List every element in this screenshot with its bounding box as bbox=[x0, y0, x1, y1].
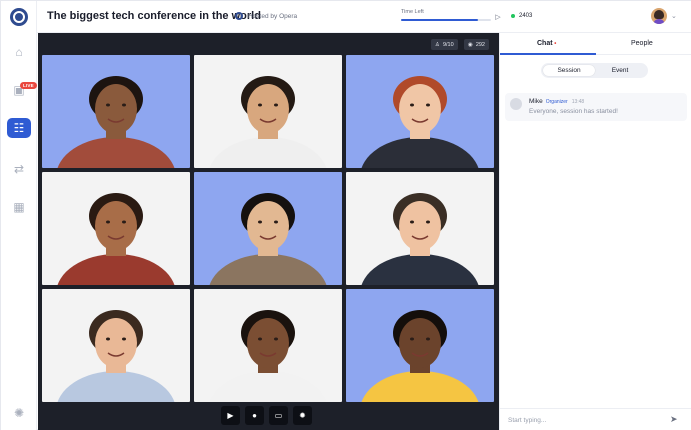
message-avatar bbox=[510, 98, 522, 110]
sessions-icon[interactable]: ☷ bbox=[7, 118, 31, 138]
video-stage: ♙ 9/10 ◉ 292 ▶ ● ▭ ✹ bbox=[38, 33, 499, 430]
active-tab-indicator bbox=[500, 53, 596, 55]
participant-video-tile[interactable] bbox=[346, 289, 494, 402]
camera-icon: ▶ bbox=[227, 411, 234, 420]
participant-silhouette bbox=[209, 76, 327, 168]
message-time: 13:48 bbox=[571, 99, 585, 105]
call-controls: ▶ ● ▭ ✹ bbox=[221, 406, 312, 425]
top-bar: The biggest tech conference in the world… bbox=[37, 1, 691, 33]
message-role: Organizer bbox=[545, 99, 568, 105]
message-author: Mike bbox=[529, 98, 543, 105]
tab-chat[interactable]: Chat • bbox=[537, 40, 556, 47]
panel-tabs: Chat • People bbox=[500, 33, 691, 55]
settings-button[interactable]: ✹ bbox=[293, 406, 312, 425]
participant-silhouette bbox=[57, 76, 175, 168]
tab-people[interactable]: People bbox=[631, 40, 653, 47]
chat-input[interactable] bbox=[508, 414, 658, 426]
networking-icon[interactable]: ⇄ bbox=[9, 159, 29, 179]
time-left: Time Left bbox=[401, 9, 491, 21]
left-sidebar: ⌂ ▣ LIVE ☷ ⇄ ▦ ✺ bbox=[1, 1, 37, 430]
loading-icon: ✺ bbox=[13, 406, 25, 420]
participant-video-tile[interactable] bbox=[346, 172, 494, 285]
home-icon[interactable]: ⌂ bbox=[9, 42, 29, 62]
message-text: Everyone, session has started! bbox=[529, 108, 618, 115]
tab-chat-label: Chat bbox=[537, 40, 553, 47]
viewers-count: 292 bbox=[475, 41, 485, 48]
time-left-label: Time Left bbox=[401, 9, 424, 15]
seg-session[interactable]: Session bbox=[543, 65, 595, 76]
live-badge: LIVE bbox=[20, 82, 37, 89]
participant-silhouette bbox=[57, 310, 175, 402]
time-left-bar bbox=[401, 19, 491, 21]
eye-icon: ◉ bbox=[468, 41, 473, 48]
participant-video-tile[interactable] bbox=[42, 55, 190, 168]
chevron-down-icon[interactable]: ⌄ bbox=[671, 12, 677, 20]
participant-video-tile[interactable] bbox=[194, 172, 342, 285]
host-logo-icon bbox=[235, 12, 243, 20]
app-window: ⌂ ▣ LIVE ☷ ⇄ ▦ ✺ The biggest tech confer… bbox=[0, 0, 691, 430]
chat-panel: Chat • People Session Event Mike Organize… bbox=[499, 33, 691, 430]
microphone-button[interactable]: ● bbox=[245, 406, 264, 425]
participant-silhouette bbox=[361, 310, 479, 402]
app-logo-icon[interactable] bbox=[10, 8, 28, 26]
participant-silhouette bbox=[209, 193, 327, 285]
participant-video-tile[interactable] bbox=[194, 289, 342, 402]
unread-dot-icon: • bbox=[552, 41, 557, 47]
online-count-value: 2403 bbox=[519, 13, 533, 19]
microphone-icon: ● bbox=[252, 411, 257, 420]
participant-silhouette bbox=[361, 76, 479, 168]
chat-composer: ➤ bbox=[500, 408, 691, 430]
viewers-badge: ◉ 292 bbox=[464, 39, 489, 50]
host-info: Hosted by Opera bbox=[235, 12, 297, 20]
camera-button[interactable]: ▶ bbox=[221, 406, 240, 425]
chat-scope-toggle: Session Event bbox=[541, 63, 648, 78]
message-header: Mike Organizer 13:48 bbox=[529, 98, 584, 105]
participants-badge: ♙ 9/10 bbox=[431, 39, 458, 50]
participant-video-tile[interactable] bbox=[194, 55, 342, 168]
user-avatar[interactable] bbox=[651, 8, 667, 24]
gear-icon: ✹ bbox=[299, 411, 306, 420]
online-dot-icon bbox=[511, 14, 515, 18]
seg-event[interactable]: Event bbox=[594, 65, 646, 76]
participants-count: 9/10 bbox=[442, 41, 454, 48]
online-count: 2403 bbox=[511, 13, 532, 19]
time-left-fill bbox=[401, 19, 478, 21]
participant-silhouette bbox=[57, 193, 175, 285]
screen-share-button[interactable]: ▭ bbox=[269, 406, 288, 425]
monitor-icon: ▭ bbox=[274, 411, 283, 420]
collapse-panel-icon[interactable]: ▷ bbox=[493, 11, 503, 23]
participant-video-tile[interactable] bbox=[346, 55, 494, 168]
participant-silhouette bbox=[209, 310, 327, 402]
participant-video-tile[interactable] bbox=[42, 172, 190, 285]
participants-icon: ♙ bbox=[435, 41, 440, 48]
event-title: The biggest tech conference in the world bbox=[47, 10, 261, 22]
expo-booth-icon[interactable]: ▦ bbox=[9, 197, 29, 217]
chat-message: Mike Organizer 13:48 Everyone, session has… bbox=[505, 93, 687, 121]
participant-video-tile[interactable] bbox=[42, 289, 190, 402]
participant-silhouette bbox=[361, 193, 479, 285]
host-label: Hosted by Opera bbox=[248, 12, 298, 20]
send-icon[interactable]: ➤ bbox=[670, 414, 678, 425]
